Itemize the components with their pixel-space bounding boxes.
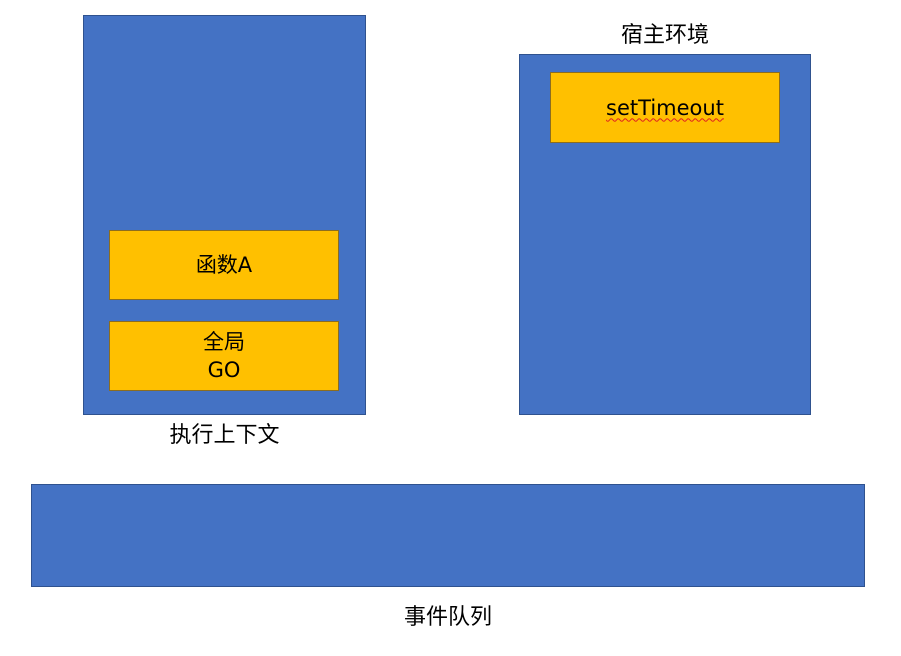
function-a-label: 函数A: [195, 253, 253, 277]
execution-context-caption: 执行上下文: [169, 423, 280, 448]
host-environment-caption: 宿主环境: [620, 23, 709, 48]
settimeout-block: setTimeout: [550, 72, 780, 143]
global-context-block: 全局 GO: [109, 321, 339, 391]
event-queue-caption: 事件队列: [403, 605, 492, 630]
function-a-block: 函数A: [109, 230, 339, 300]
global-label: 全局: [203, 330, 245, 354]
settimeout-label: setTimeout: [606, 95, 724, 120]
event-queue-panel: [31, 484, 865, 587]
global-object-label: GO: [207, 358, 241, 382]
